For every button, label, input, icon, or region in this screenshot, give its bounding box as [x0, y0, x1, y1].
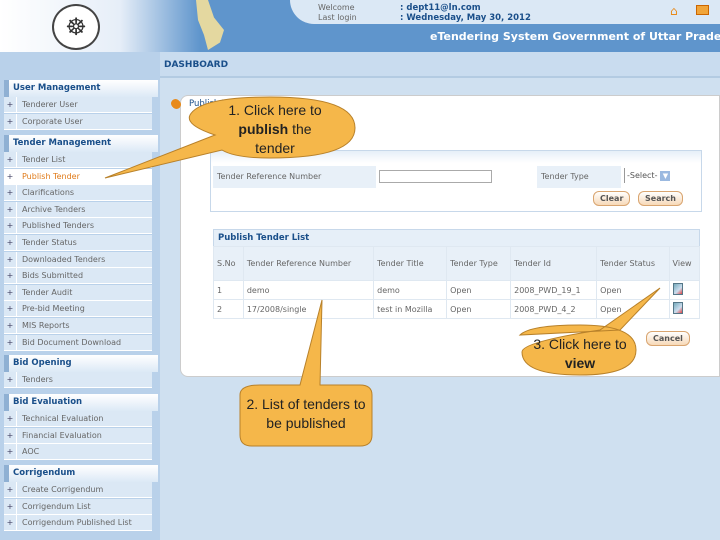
callout-3: 3. Click here to view — [533, 336, 627, 371]
callout-1: 1. Click here to publish the tender — [228, 102, 322, 156]
callout-2: 2. List of tenders to be published — [246, 396, 366, 431]
callout-overlay — [104, 96, 661, 447]
